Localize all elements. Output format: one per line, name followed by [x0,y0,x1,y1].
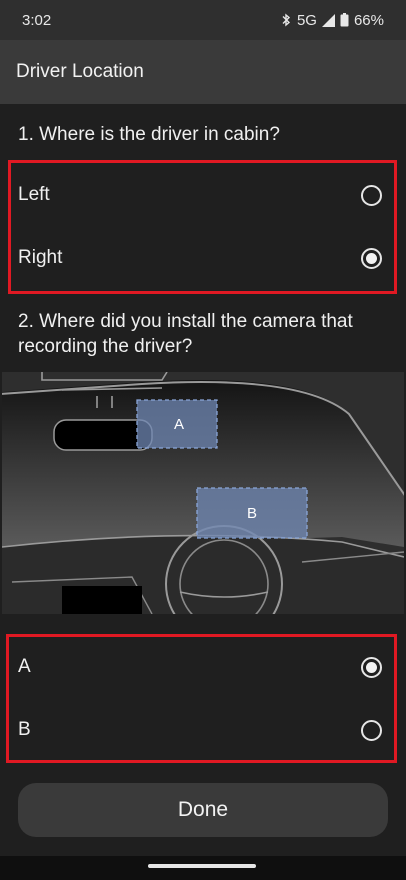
question-2-text: 2. Where did you install the camera that… [18,309,353,359]
battery-icon [340,13,349,27]
camera-option-b[interactable]: B [12,699,392,761]
radio-right[interactable] [361,247,382,269]
radio-b[interactable] [361,719,382,741]
status-bar: 3:02 5G 66% [0,0,406,40]
zone-b-label: B [247,505,257,522]
driver-option-left[interactable]: Left [12,164,392,226]
content-area: 1. Where is the driver in cabin? Left Ri… [0,104,406,856]
cabin-illustration: A B [2,372,404,614]
network-type: 5G [296,11,317,29]
app-bar: Driver Location [0,40,406,104]
option-label: B [18,719,31,740]
page-title: Driver Location [16,61,144,82]
option-label: Right [18,247,63,268]
question-1-text: 1. Where is the driver in cabin? [18,124,280,145]
radio-left[interactable] [361,184,382,206]
driver-option-right[interactable]: Right [12,227,392,289]
option-label: A [18,656,31,677]
camera-option-a[interactable]: A [12,636,392,698]
dashboard-screen [62,586,142,614]
option-label: Left [18,184,50,205]
done-button[interactable]: Done [18,783,388,837]
status-icons: 5G 66% [280,12,384,29]
question-2-line2: recording the driver? [18,336,193,357]
battery-level: 66% [353,11,384,29]
home-gesture-handle[interactable] [148,864,256,868]
zone-a-label: A [174,416,184,433]
navigation-bar [0,856,406,880]
status-time: 3:02 [22,11,52,29]
bluetooth-icon [282,13,290,27]
radio-a[interactable] [361,656,382,678]
cabin-drawing: A B [2,372,404,614]
question-2-line1: 2. Where did you install the camera that [18,311,353,332]
signal-icon [321,13,335,27]
